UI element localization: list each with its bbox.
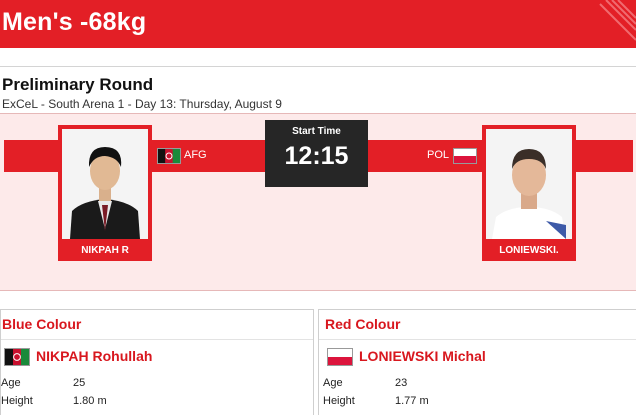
athlete-photo-right — [486, 129, 572, 239]
age-label: Age — [1, 377, 21, 389]
blue-athlete-name[interactable]: NIKPAH Rohullah — [36, 348, 152, 364]
noc-left: AFG — [184, 149, 207, 161]
height-value: 1.77 m — [395, 395, 429, 407]
height-value: 1.80 m — [73, 395, 107, 407]
afg-flag-icon — [157, 148, 181, 164]
start-time-value: 12:15 — [284, 142, 349, 170]
round-subtitle: ExCeL - South Arena 1 - Day 13: Thursday… — [2, 97, 282, 111]
blue-colour-panel: Blue Colour NIKPAH Rohullah Age 25 Heigh… — [0, 309, 314, 415]
height-label: Height — [323, 395, 355, 407]
athlete-card-left[interactable]: NIKPAH R — [58, 125, 152, 261]
event-banner: Men's -68kg — [0, 0, 636, 48]
round-header: Preliminary Round ExCeL - South Arena 1 … — [0, 66, 636, 114]
athlete-name-left: NIKPAH R — [81, 245, 129, 256]
athlete-photo-left — [62, 129, 148, 239]
athlete-portrait-icon — [486, 129, 572, 239]
start-time-box: Start Time 12:15 — [265, 120, 368, 187]
afg-flag-icon — [4, 348, 30, 366]
athlete-card-right[interactable]: LONIEWSKI. — [482, 125, 576, 261]
red-colour-heading: Red Colour — [325, 316, 401, 332]
match-summary: NIKPAH R AFG Start Time 12:15 POL LONIEW… — [0, 113, 636, 291]
panel-divider — [319, 339, 636, 340]
panel-divider — [1, 339, 313, 340]
age-value: 25 — [73, 377, 86, 389]
pol-flag-icon — [453, 148, 477, 164]
red-colour-panel: Red Colour LONIEWSKI Michal Age 23 Heigh… — [318, 309, 636, 415]
noc-right: POL — [427, 149, 450, 161]
age-value: 23 — [395, 377, 408, 389]
banner-pattern-icon — [599, 0, 636, 41]
start-time-label: Start Time — [292, 126, 341, 137]
red-athlete-name[interactable]: LONIEWSKI Michal — [359, 348, 486, 364]
athlete-name-right: LONIEWSKI. — [499, 245, 559, 256]
round-title: Preliminary Round — [2, 75, 154, 94]
height-label: Height — [1, 395, 33, 407]
pol-flag-icon — [327, 348, 353, 366]
athlete-portrait-icon — [62, 129, 148, 239]
event-title: Men's -68kg — [2, 8, 147, 36]
age-label: Age — [323, 377, 343, 389]
blue-colour-heading: Blue Colour — [2, 316, 82, 332]
